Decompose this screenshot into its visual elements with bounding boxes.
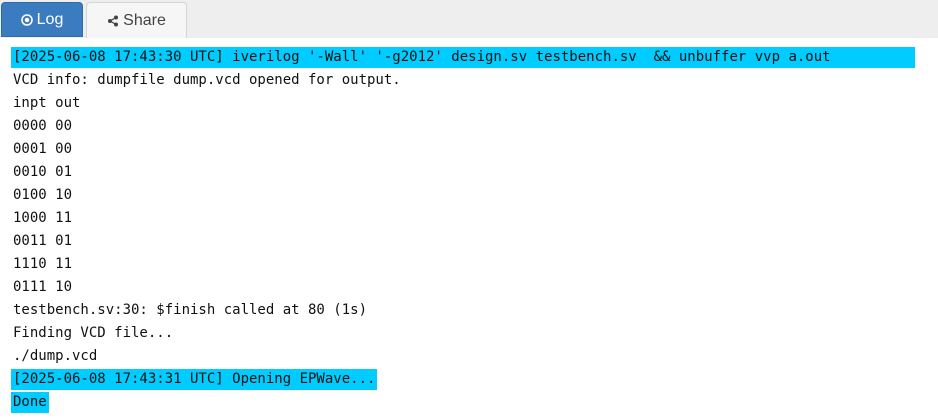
tab-log[interactable]: Log xyxy=(1,2,83,37)
tab-log-label: Log xyxy=(36,10,64,28)
log-line: inpt out xyxy=(13,95,81,111)
log-line: 0001 00 xyxy=(13,141,73,157)
log-line: 0011 01 xyxy=(13,233,73,249)
log-line: 0000 00 xyxy=(13,118,73,134)
log-line: VCD info: dumpfile dump.vcd opened for o… xyxy=(13,72,401,88)
log-line: Finding VCD file... xyxy=(13,325,174,341)
play-circle-icon xyxy=(20,13,33,26)
log-output[interactable]: [2025-06-08 17:43:30 UTC] iverilog '-Wal… xyxy=(0,38,938,420)
log-line: 0111 10 xyxy=(13,279,73,295)
tab-bar: Log Share xyxy=(0,0,938,38)
log-line: 1000 11 xyxy=(13,210,73,226)
log-line-done: Done xyxy=(11,392,938,415)
log-line: 0100 10 xyxy=(13,187,73,203)
log-line: 0010 01 xyxy=(13,164,73,180)
share-icon xyxy=(107,15,119,27)
log-line-epwave: [2025-06-08 17:43:31 UTC] Opening EPWave… xyxy=(11,369,938,392)
log-line: testbench.sv:30: $finish called at 80 (1… xyxy=(13,302,368,318)
log-line-command: [2025-06-08 17:43:30 UTC] iverilog '-Wal… xyxy=(11,47,915,68)
log-line: ./dump.vcd xyxy=(13,348,98,364)
log-line: 1110 11 xyxy=(13,256,73,272)
tab-share[interactable]: Share xyxy=(86,2,187,38)
tab-share-label: Share xyxy=(123,11,166,29)
